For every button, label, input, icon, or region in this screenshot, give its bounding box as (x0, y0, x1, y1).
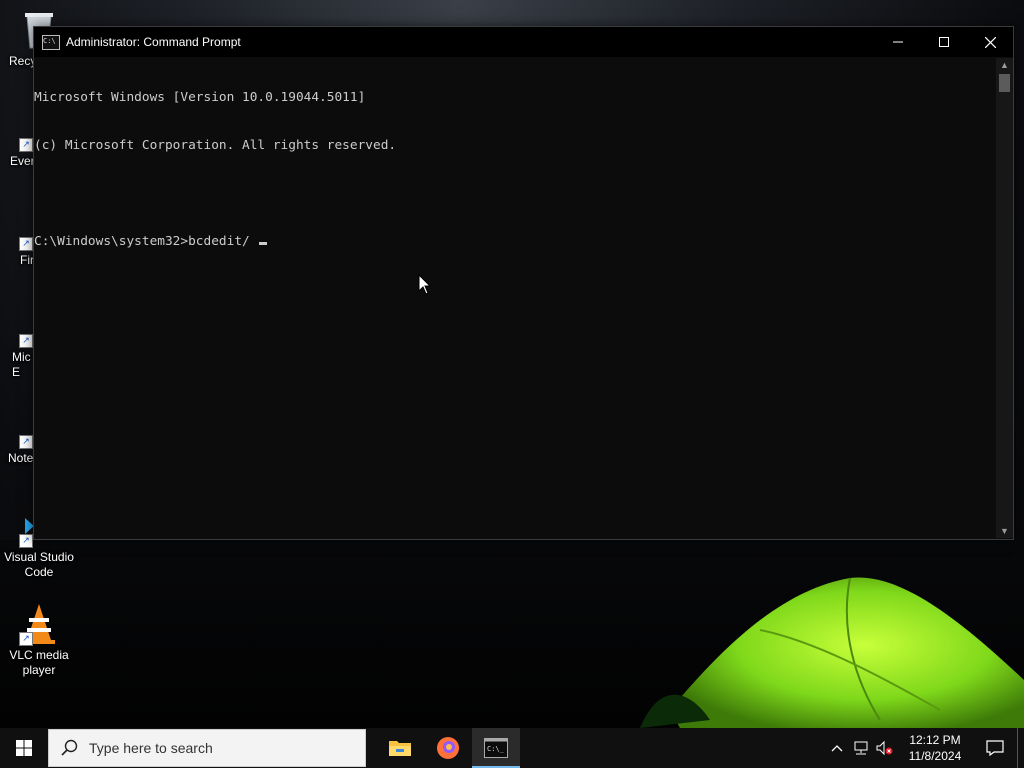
command-prompt-app-icon[interactable]: C:\ (42, 34, 60, 50)
show-hidden-icons-button[interactable] (825, 728, 849, 768)
search-icon (61, 739, 78, 756)
volume-button[interactable] (873, 728, 897, 768)
console-line: Microsoft Windows [Version 10.0.19044.50… (34, 90, 366, 105)
window-title: Administrator: Command Prompt (66, 35, 241, 49)
close-icon (984, 36, 996, 48)
window-titlebar[interactable]: C:\ Administrator: Command Prompt (34, 27, 1013, 57)
network-icon (854, 741, 868, 755)
desktop-icon-vlc[interactable]: ↗ VLC media player (0, 602, 78, 678)
maximize-icon (939, 37, 949, 47)
taskbar-command-prompt[interactable]: C:\_ (472, 728, 520, 768)
console-line: (c) Microsoft Corporation. All rights re… (34, 138, 397, 153)
desktop-icon-label: Visual Studio Code (4, 550, 74, 579)
maximize-button[interactable] (921, 27, 967, 57)
close-button[interactable] (967, 27, 1013, 57)
scroll-down-arrow-icon[interactable]: ▼ (996, 524, 1013, 538)
clock-time: 12:12 PM (909, 733, 961, 747)
console-prompt-line[interactable]: C:\Windows\system32>bcdedit/ (34, 234, 995, 250)
vlc-icon: ↗ (17, 602, 61, 646)
text-cursor (259, 242, 268, 245)
file-explorer-icon (389, 741, 411, 756)
command-prompt-icon: C:\_ (484, 738, 508, 758)
search-placeholder: Type here to search (89, 740, 213, 756)
console-prompt-text: C:\Windows\system32>bcdedit/ (34, 234, 258, 249)
action-center-button[interactable] (973, 728, 1017, 768)
vertical-scrollbar[interactable]: ▲ ▼ (996, 58, 1013, 538)
desktop-icon-label: VLC media player (9, 648, 69, 677)
taskbar-firefox[interactable] (424, 728, 472, 768)
firefox-icon (437, 737, 459, 759)
svg-text:C:\_: C:\_ (487, 745, 505, 753)
scroll-up-arrow-icon[interactable]: ▲ (996, 58, 1013, 72)
volume-muted-icon (876, 740, 893, 756)
mouse-pointer-icon (418, 274, 432, 295)
network-status-button[interactable] (849, 728, 873, 768)
tent-illustration (640, 577, 1024, 728)
console-output[interactable]: Microsoft Windows [Version 10.0.19044.50… (34, 58, 995, 538)
scrollbar-thumb[interactable] (999, 74, 1010, 92)
taskbar-clock[interactable]: 12:12 PM 11/8/2024 (897, 732, 973, 764)
shortcut-arrow-icon: ↗ (19, 138, 33, 152)
command-prompt-window[interactable]: C:\ Administrator: Command Prompt Micros… (33, 26, 1014, 540)
clock-date: 11/8/2024 (908, 749, 962, 763)
shortcut-arrow-icon: ↗ (19, 237, 33, 251)
windows-logo-icon (16, 740, 32, 756)
taskbar-search-box[interactable]: Type here to search (48, 729, 366, 767)
taskbar-file-explorer[interactable] (376, 728, 424, 768)
start-button[interactable] (0, 728, 48, 768)
taskbar: Type here to search C:\_ 12:12 PM 11/8/2… (0, 728, 1024, 768)
show-desktop-button[interactable] (1017, 728, 1024, 768)
system-tray: 12:12 PM 11/8/2024 (825, 728, 1024, 768)
minimize-button[interactable] (875, 27, 921, 57)
shortcut-arrow-icon: ↗ (19, 435, 33, 449)
shortcut-arrow-icon: ↗ (19, 632, 33, 646)
minimize-icon (893, 41, 903, 43)
chevron-up-icon (831, 745, 843, 752)
shortcut-arrow-icon: ↗ (19, 334, 33, 348)
notification-icon (986, 740, 1004, 756)
shortcut-arrow-icon: ↗ (19, 534, 33, 548)
